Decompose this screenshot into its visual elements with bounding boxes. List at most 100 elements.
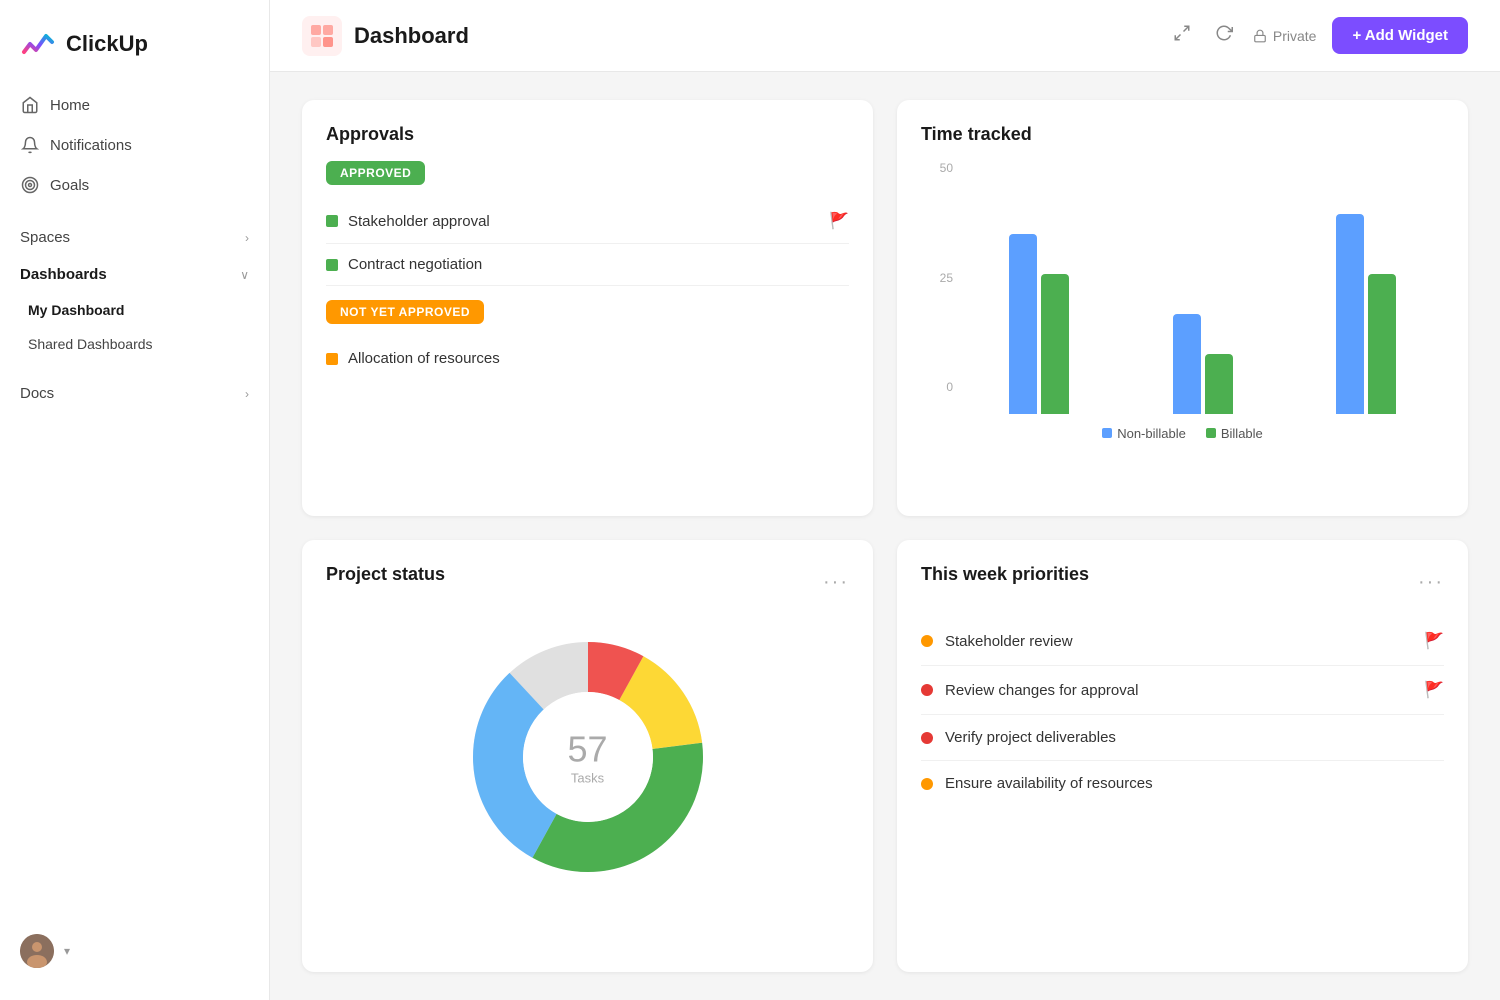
home-icon	[20, 95, 40, 115]
bar-group-1	[961, 234, 1117, 414]
donut-chart: 57 Tasks	[458, 627, 718, 887]
approvals-card-title: Approvals	[326, 124, 849, 145]
dashboard-icon	[302, 16, 342, 56]
page-header: Dashboard Private + Add Widget	[270, 0, 1500, 72]
donut-center: 57 Tasks	[567, 729, 607, 786]
sidebar-item-goals-label: Goals	[50, 177, 89, 194]
time-tracked-card: Time tracked 50 25 0	[897, 100, 1468, 516]
project-status-menu-button[interactable]: ···	[823, 571, 849, 594]
user-menu-chevron: ▾	[64, 944, 70, 958]
add-widget-button[interactable]: + Add Widget	[1332, 17, 1468, 54]
sidebar-item-docs[interactable]: Docs ›	[8, 376, 261, 411]
avatar	[20, 934, 54, 968]
refresh-button[interactable]	[1211, 20, 1237, 51]
y-label-50: 50	[921, 161, 953, 175]
priority-item-4: Ensure availability of resources	[921, 761, 1444, 806]
project-status-header: Project status ···	[326, 564, 849, 601]
approval-item-stakeholder-label: Stakeholder approval	[348, 213, 490, 230]
time-tracked-chart: 50 25 0	[921, 161, 1444, 441]
bar-group-2	[1125, 314, 1281, 414]
bar-blue-3	[1336, 214, 1364, 414]
priority-item-1: Stakeholder review 🚩	[921, 617, 1444, 666]
approval-item-stakeholder: Stakeholder approval 🚩	[326, 199, 849, 244]
project-status-card: Project status ···	[302, 540, 873, 972]
target-icon	[20, 175, 40, 195]
priority-dot-2	[921, 684, 933, 696]
legend-dot-billable	[1206, 428, 1216, 438]
sidebar-item-home-label: Home	[50, 97, 90, 114]
priorities-title: This week priorities	[921, 564, 1089, 585]
bell-icon	[20, 135, 40, 155]
clickup-logo-icon	[20, 26, 56, 62]
priority-dot-3	[921, 732, 933, 744]
user-profile-area[interactable]: ▾	[0, 918, 269, 984]
approval-item-contract: Contract negotiation	[326, 244, 849, 286]
priority-label-2: Review changes for approval	[945, 682, 1138, 699]
priorities-menu-button[interactable]: ···	[1418, 571, 1444, 594]
main-content: Dashboard Private + Add Widget Approvals…	[270, 0, 1500, 1000]
sidebar-item-docs-label: Docs	[20, 385, 54, 402]
chevron-right-docs-icon: ›	[245, 387, 249, 401]
approval-item-allocation-label: Allocation of resources	[348, 350, 500, 367]
not-approved-badge: NOT YET APPROVED	[326, 300, 484, 324]
priority-dot-4	[921, 778, 933, 790]
private-badge: Private	[1253, 28, 1317, 44]
bar-blue-2	[1173, 314, 1201, 414]
orange-dot-allocation	[326, 353, 338, 365]
dashboard-grid: Approvals APPROVED Stakeholder approval …	[270, 72, 1500, 1000]
legend-non-billable: Non-billable	[1102, 426, 1186, 441]
sidebar-item-notifications[interactable]: Notifications	[8, 126, 261, 164]
donut-total: 57	[567, 729, 607, 771]
sidebar-item-spaces[interactable]: Spaces ›	[8, 220, 261, 255]
expand-button[interactable]	[1169, 20, 1195, 51]
sidebar-item-shared-dashboards-label: Shared Dashboards	[28, 336, 153, 352]
priority-flag-2: 🚩	[1424, 680, 1444, 700]
sidebar-item-notifications-label: Notifications	[50, 137, 132, 154]
project-status-title: Project status	[326, 564, 445, 585]
bar-green-1	[1041, 274, 1069, 414]
chevron-right-icon: ›	[245, 231, 249, 245]
legend-billable: Billable	[1206, 426, 1263, 441]
sidebar-item-dashboards[interactable]: Dashboards ∨	[8, 257, 261, 292]
sidebar-navigation: Home Notifications Goals Spaces › Dashbo…	[0, 86, 269, 411]
page-title: Dashboard	[354, 23, 1157, 49]
chart-legend: Non-billable Billable	[921, 426, 1444, 441]
approval-item-allocation: Allocation of resources	[326, 338, 849, 379]
bar-chart-container: 50 25 0	[921, 161, 1444, 414]
sidebar-item-shared-dashboards[interactable]: Shared Dashboards	[8, 328, 261, 360]
priority-item-3: Verify project deliverables	[921, 715, 1444, 761]
sidebar-item-my-dashboard[interactable]: My Dashboard	[8, 294, 261, 326]
bar-group-3	[1288, 214, 1444, 414]
y-label-25: 25	[921, 271, 953, 285]
flag-icon-stakeholder: 🚩	[829, 211, 849, 231]
app-name: ClickUp	[66, 31, 148, 57]
donut-label: Tasks	[567, 771, 607, 786]
sidebar-item-spaces-label: Spaces	[20, 229, 70, 246]
approved-badge: APPROVED	[326, 161, 425, 185]
green-dot-contract	[326, 259, 338, 271]
logo-area: ClickUp	[0, 16, 269, 86]
priority-item-2: Review changes for approval 🚩	[921, 666, 1444, 715]
approvals-card: Approvals APPROVED Stakeholder approval …	[302, 100, 873, 516]
chevron-down-icon: ∨	[240, 268, 249, 282]
time-tracked-title: Time tracked	[921, 124, 1444, 145]
header-actions: Private + Add Widget	[1169, 17, 1468, 54]
bar-green-3	[1368, 274, 1396, 414]
y-label-0: 0	[921, 380, 953, 394]
priority-label-3: Verify project deliverables	[945, 729, 1116, 746]
priority-label-1: Stakeholder review	[945, 633, 1073, 650]
priorities-card: This week priorities ··· Stakeholder rev…	[897, 540, 1468, 972]
sidebar-item-goals[interactable]: Goals	[8, 166, 261, 204]
bar-blue-1	[1009, 234, 1037, 414]
donut-chart-container: 57 Tasks	[326, 617, 849, 897]
priorities-header: This week priorities ···	[921, 564, 1444, 601]
legend-dot-non-billable	[1102, 428, 1112, 438]
sidebar-item-dashboards-label: Dashboards	[20, 266, 107, 283]
priorities-list: Stakeholder review 🚩 Review changes for …	[921, 617, 1444, 806]
green-dot-stakeholder	[326, 215, 338, 227]
priority-label-4: Ensure availability of resources	[945, 775, 1153, 792]
bar-green-2	[1205, 354, 1233, 414]
private-label: Private	[1273, 28, 1317, 44]
y-axis: 50 25 0	[921, 161, 953, 394]
sidebar-item-home[interactable]: Home	[8, 86, 261, 124]
